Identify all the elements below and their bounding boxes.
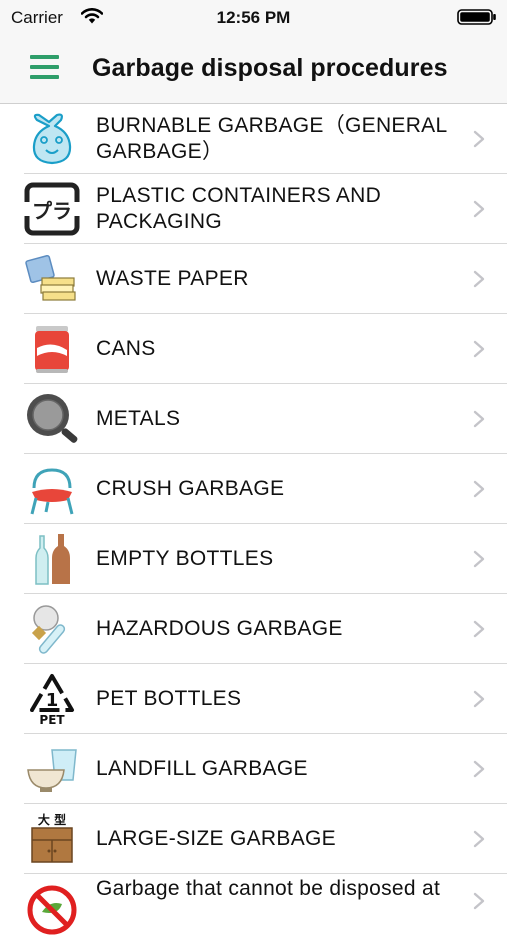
list-item-label: WASTE PAPER	[96, 266, 249, 290]
list-item-label: CRUSH GARBAGE	[96, 476, 285, 500]
list-item-large-size[interactable]: 大 型 LARGE-SIZE GARBAGE	[24, 804, 507, 874]
bulb-thermometer-icon	[31, 605, 66, 654]
list-item-label: BURNABLE GARBAGE（GENERAL GARBAGE）	[96, 113, 447, 163]
list-item-pet[interactable]: 1 PET PET BOTTLES	[24, 664, 507, 734]
list-item-metals[interactable]: METALS	[24, 384, 507, 454]
pet-caption: PET	[39, 713, 65, 726]
category-list: BURNABLE GARBAGE（GENERAL GARBAGE） プラ PLA…	[0, 104, 507, 943]
plastic-mark-text: プラ	[32, 199, 72, 223]
chevron-right-icon	[473, 410, 485, 428]
can-icon	[35, 326, 69, 373]
list-item-bottles[interactable]: EMPTY BOTTLES	[24, 524, 507, 594]
list-item-crush[interactable]: CRUSH GARBAGE	[24, 454, 507, 524]
chevron-right-icon	[473, 690, 485, 708]
cabinet-icon: 大 型	[31, 812, 73, 863]
bottles-icon	[35, 534, 70, 585]
list-item-waste-paper[interactable]: WASTE PAPER	[24, 244, 507, 314]
chevron-right-icon	[473, 480, 485, 498]
list-item-hazardous[interactable]: HAZARDOUS GARBAGE	[24, 594, 507, 664]
list-item-label: EMPTY BOTTLES	[96, 546, 274, 570]
list-item-label: HAZARDOUS GARBAGE	[96, 616, 343, 640]
list-item-label: METALS	[96, 406, 181, 430]
status-bar: Carrier 12:56 PM	[0, 0, 507, 34]
battery-icon	[457, 9, 496, 25]
pet-number: 1	[46, 690, 59, 711]
list-item-landfill[interactable]: LANDFILL GARBAGE	[24, 734, 507, 804]
chevron-right-icon	[473, 620, 485, 638]
list-item-plastic[interactable]: プラ PLASTIC CONTAINERS AND PACKAGING	[24, 174, 507, 244]
prohibited-icon	[27, 885, 77, 935]
list-item-not-disposable[interactable]: Garbage that cannot be disposed at	[24, 874, 507, 943]
list-item-label: LARGE-SIZE GARBAGE	[96, 826, 336, 850]
paper-bundle-icon	[25, 254, 76, 301]
chevron-right-icon	[473, 200, 485, 218]
chevron-right-icon	[473, 270, 485, 288]
page-title: Garbage disposal procedures	[92, 54, 448, 82]
chair-icon	[30, 468, 74, 515]
chevron-right-icon	[473, 340, 485, 358]
bowl-cup-icon	[27, 749, 77, 792]
plastic-mark-icon: プラ	[24, 182, 80, 236]
chevron-right-icon	[473, 892, 485, 910]
list-item-cans[interactable]: CANS	[24, 314, 507, 384]
status-time: 12:56 PM	[216, 8, 291, 27]
list-item-label: PET BOTTLES	[96, 686, 242, 710]
garbage-bag-icon	[32, 113, 72, 165]
chevron-right-icon	[473, 760, 485, 778]
list-item-label: CANS	[96, 336, 156, 360]
chevron-right-icon	[473, 130, 485, 148]
list-item-label: PLASTIC CONTAINERS AND PACKAGING	[96, 183, 382, 233]
large-size-mark: 大 型	[38, 812, 66, 827]
list-item-label: Garbage that cannot be disposed at	[96, 877, 441, 900]
chevron-right-icon	[473, 830, 485, 848]
nav-bar: Garbage disposal procedures	[0, 34, 507, 104]
frying-pan-icon	[27, 394, 78, 443]
hamburger-menu-icon[interactable]	[30, 55, 60, 81]
list-item-burnable[interactable]: BURNABLE GARBAGE（GENERAL GARBAGE）	[24, 104, 507, 174]
pet-recycle-icon: 1 PET	[30, 674, 74, 726]
list-item-label: LANDFILL GARBAGE	[96, 756, 308, 780]
chevron-right-icon	[473, 550, 485, 568]
